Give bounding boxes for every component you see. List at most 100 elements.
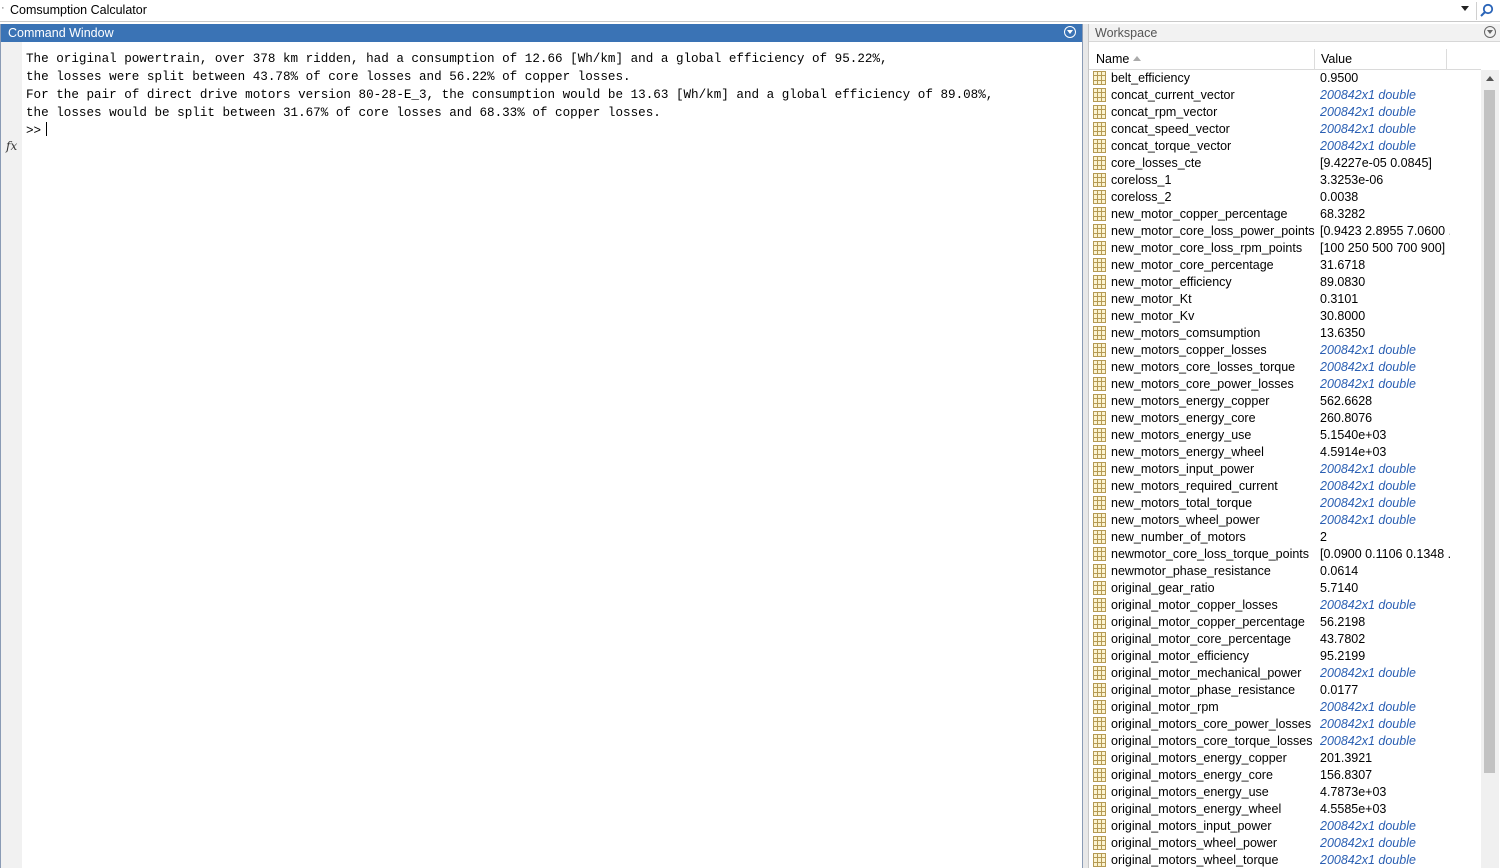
workspace-variable-row[interactable]: new_motors_wheel_power 200842x1 double: [1089, 512, 1481, 529]
workspace-variable-row[interactable]: coreloss_1 3.3253e-06: [1089, 172, 1481, 189]
variable-grid-icon: [1093, 207, 1106, 221]
workspace-variable-row[interactable]: original_motor_copper_percentage 56.2198: [1089, 614, 1481, 631]
workspace-variable-row[interactable]: original_motors_core_power_losses 200842x…: [1089, 716, 1481, 733]
workspace-panel[interactable]: Workspace Name Value belt_efficiency 0.95…: [1088, 24, 1500, 868]
workspace-variable-row[interactable]: original_motor_core_percentage 43.7802: [1089, 631, 1481, 648]
variable-name: core_losses_cte: [1111, 156, 1202, 170]
workspace-variable-row[interactable]: new_motors_input_power 200842x1 double: [1089, 461, 1481, 478]
variable-value: 200842x1 double: [1320, 377, 1416, 391]
workspace-variable-row[interactable]: new_motor_efficiency 89.0830: [1089, 274, 1481, 291]
workspace-variable-list: belt_efficiency 0.9500 concat_current_vect…: [1089, 70, 1481, 868]
variable-name: new_motors_input_power: [1111, 462, 1255, 476]
column-divider[interactable]: [1446, 49, 1447, 70]
variable-value: 156.8307: [1320, 768, 1373, 782]
command-prompt-line[interactable]: >>: [26, 122, 48, 138]
workspace-variable-row[interactable]: new_motors_comsumption 13.6350: [1089, 325, 1481, 342]
workspace-variable-row[interactable]: belt_efficiency 0.9500: [1089, 70, 1481, 87]
workspace-variable-row[interactable]: new_motors_energy_wheel 4.5914e+03: [1089, 444, 1481, 461]
workspace-variable-row[interactable]: new_motors_core_power_losses 200842x1 dou…: [1089, 376, 1481, 393]
variable-grid-icon: [1093, 343, 1106, 357]
workspace-variable-row[interactable]: new_motors_energy_core 260.8076: [1089, 410, 1481, 427]
output-line: the losses would be split between 31.67%…: [26, 106, 661, 120]
variable-name: newmotor_core_loss_torque_points: [1111, 547, 1310, 561]
variable-value: 4.7873e+03: [1320, 785, 1387, 799]
variable-name: new_motor_core_loss_rpm_points: [1111, 241, 1303, 255]
command-window-title: Command Window: [8, 26, 114, 40]
panel-actions-menu-icon[interactable]: [1064, 26, 1076, 38]
workspace-variable-row[interactable]: original_motors_energy_copper 201.3921: [1089, 750, 1481, 767]
workspace-variable-row[interactable]: original_motors_energy_wheel 4.5585e+03: [1089, 801, 1481, 818]
workspace-variable-row[interactable]: new_motors_required_current 200842x1 doub…: [1089, 478, 1481, 495]
workspace-variable-row[interactable]: new_motors_copper_losses 200842x1 double: [1089, 342, 1481, 359]
value-column-header[interactable]: Value: [1321, 52, 1352, 66]
variable-grid-icon: [1093, 751, 1106, 765]
variable-name: new_motors_total_torque: [1111, 496, 1253, 510]
variable-value: [9.4227e-05 0.0845]: [1320, 156, 1432, 170]
workspace-variable-row[interactable]: new_motor_copper_percentage 68.3282: [1089, 206, 1481, 223]
workspace-variable-row[interactable]: core_losses_cte [9.4227e-05 0.0845]: [1089, 155, 1481, 172]
scrollbar-thumb[interactable]: [1484, 90, 1495, 773]
vertical-scrollbar[interactable]: [1481, 70, 1499, 868]
workspace-variable-row[interactable]: new_motor_core_percentage 31.6718: [1089, 257, 1481, 274]
variable-value: [0.9423 2.8955 7.0600 ...: [1320, 224, 1450, 238]
workspace-variable-row[interactable]: concat_current_vector 200842x1 double: [1089, 87, 1481, 104]
variable-grid-icon: [1093, 156, 1106, 170]
workspace-variable-row[interactable]: new_motors_energy_copper 562.6628: [1089, 393, 1481, 410]
workspace-variable-row[interactable]: original_motors_wheel_torque 200842x1 dou…: [1089, 852, 1481, 868]
column-divider[interactable]: [1314, 49, 1315, 70]
variable-name: concat_current_vector: [1111, 88, 1235, 102]
variable-name: original_motors_energy_core: [1111, 768, 1273, 782]
variable-name: original_motors_core_torque_losses: [1111, 734, 1313, 748]
variable-grid-icon: [1093, 394, 1106, 408]
workspace-variable-row[interactable]: newmotor_core_loss_torque_points [0.0900 …: [1089, 546, 1481, 563]
workspace-variable-row[interactable]: concat_speed_vector 200842x1 double: [1089, 121, 1481, 138]
panel-actions-menu-icon[interactable]: [1484, 26, 1496, 38]
workspace-variable-row[interactable]: original_motors_input_power 200842x1 doub…: [1089, 818, 1481, 835]
current-folder-path[interactable]: Comsumption Calculator: [10, 3, 147, 17]
workspace-variable-row[interactable]: original_motor_phase_resistance 0.0177: [1089, 682, 1481, 699]
workspace-variable-row[interactable]: original_motors_energy_core 156.8307: [1089, 767, 1481, 784]
workspace-variable-row[interactable]: concat_torque_vector 200842x1 double: [1089, 138, 1481, 155]
workspace-variable-row[interactable]: new_number_of_motors 2: [1089, 529, 1481, 546]
chevron-down-icon[interactable]: [1461, 6, 1469, 11]
workspace-variable-row[interactable]: concat_rpm_vector 200842x1 double: [1089, 104, 1481, 121]
workspace-variable-row[interactable]: original_motor_efficiency 95.2199: [1089, 648, 1481, 665]
workspace-variable-row[interactable]: original_gear_ratio 5.7140: [1089, 580, 1481, 597]
sort-ascending-icon: [1133, 56, 1142, 61]
workspace-variable-row[interactable]: original_motor_copper_losses 200842x1 dou…: [1089, 597, 1481, 614]
variable-value: 200842x1 double: [1320, 819, 1416, 833]
function-browser-icon[interactable]: fx: [6, 139, 17, 153]
variable-value: 3.3253e-06: [1320, 173, 1384, 187]
variable-name: original_motors_energy_use: [1111, 785, 1269, 799]
workspace-variable-row[interactable]: coreloss_2 0.0038: [1089, 189, 1481, 206]
workspace-variable-row[interactable]: original_motors_energy_use 4.7873e+03: [1089, 784, 1481, 801]
workspace-variable-row[interactable]: new_motor_core_loss_rpm_points [100 250 5…: [1089, 240, 1481, 257]
variable-grid-icon: [1093, 768, 1106, 782]
workspace-variable-row[interactable]: original_motors_core_torque_losses 200842…: [1089, 733, 1481, 750]
workspace-variable-row[interactable]: original_motors_wheel_power 200842x1 doub…: [1089, 835, 1481, 852]
workspace-variable-row[interactable]: new_motors_total_torque 200842x1 double: [1089, 495, 1481, 512]
name-column-header[interactable]: Name: [1096, 52, 1142, 66]
workspace-variable-row[interactable]: new_motor_core_loss_power_points [0.9423 …: [1089, 223, 1481, 240]
command-window[interactable]: Command Window fx The original powertrai…: [0, 24, 1083, 868]
workspace-variable-row[interactable]: new_motors_energy_use 5.1540e+03: [1089, 427, 1481, 444]
variable-grid-icon: [1093, 615, 1106, 629]
variable-value: 201.3921: [1320, 751, 1373, 765]
variable-value: 4.5914e+03: [1320, 445, 1387, 459]
variable-value: 260.8076: [1320, 411, 1373, 425]
workspace-variable-row[interactable]: newmotor_phase_resistance 0.0614: [1089, 563, 1481, 580]
workspace-variable-row[interactable]: new_motors_core_losses_torque 200842x1 do…: [1089, 359, 1481, 376]
output-line: For the pair of direct drive motors vers…: [26, 88, 994, 102]
name-column-label: Name: [1096, 52, 1130, 66]
search-button[interactable]: [1476, 2, 1498, 20]
variable-grid-icon: [1093, 683, 1106, 697]
workspace-variable-row[interactable]: original_motor_mechanical_power 200842x1 …: [1089, 665, 1481, 682]
variable-value: 13.6350: [1320, 326, 1366, 340]
address-bar[interactable]: · Comsumption Calculator: [0, 0, 1500, 22]
workspace-variable-row[interactable]: original_motor_rpm 200842x1 double: [1089, 699, 1481, 716]
variable-grid-icon: [1093, 88, 1106, 102]
workspace-column-header: Name Value: [1089, 49, 1481, 70]
workspace-variable-row[interactable]: new_motor_Kt 0.3101: [1089, 291, 1481, 308]
scroll-up-arrow-icon[interactable]: [1486, 76, 1494, 81]
workspace-variable-row[interactable]: new_motor_Kv 30.8000: [1089, 308, 1481, 325]
